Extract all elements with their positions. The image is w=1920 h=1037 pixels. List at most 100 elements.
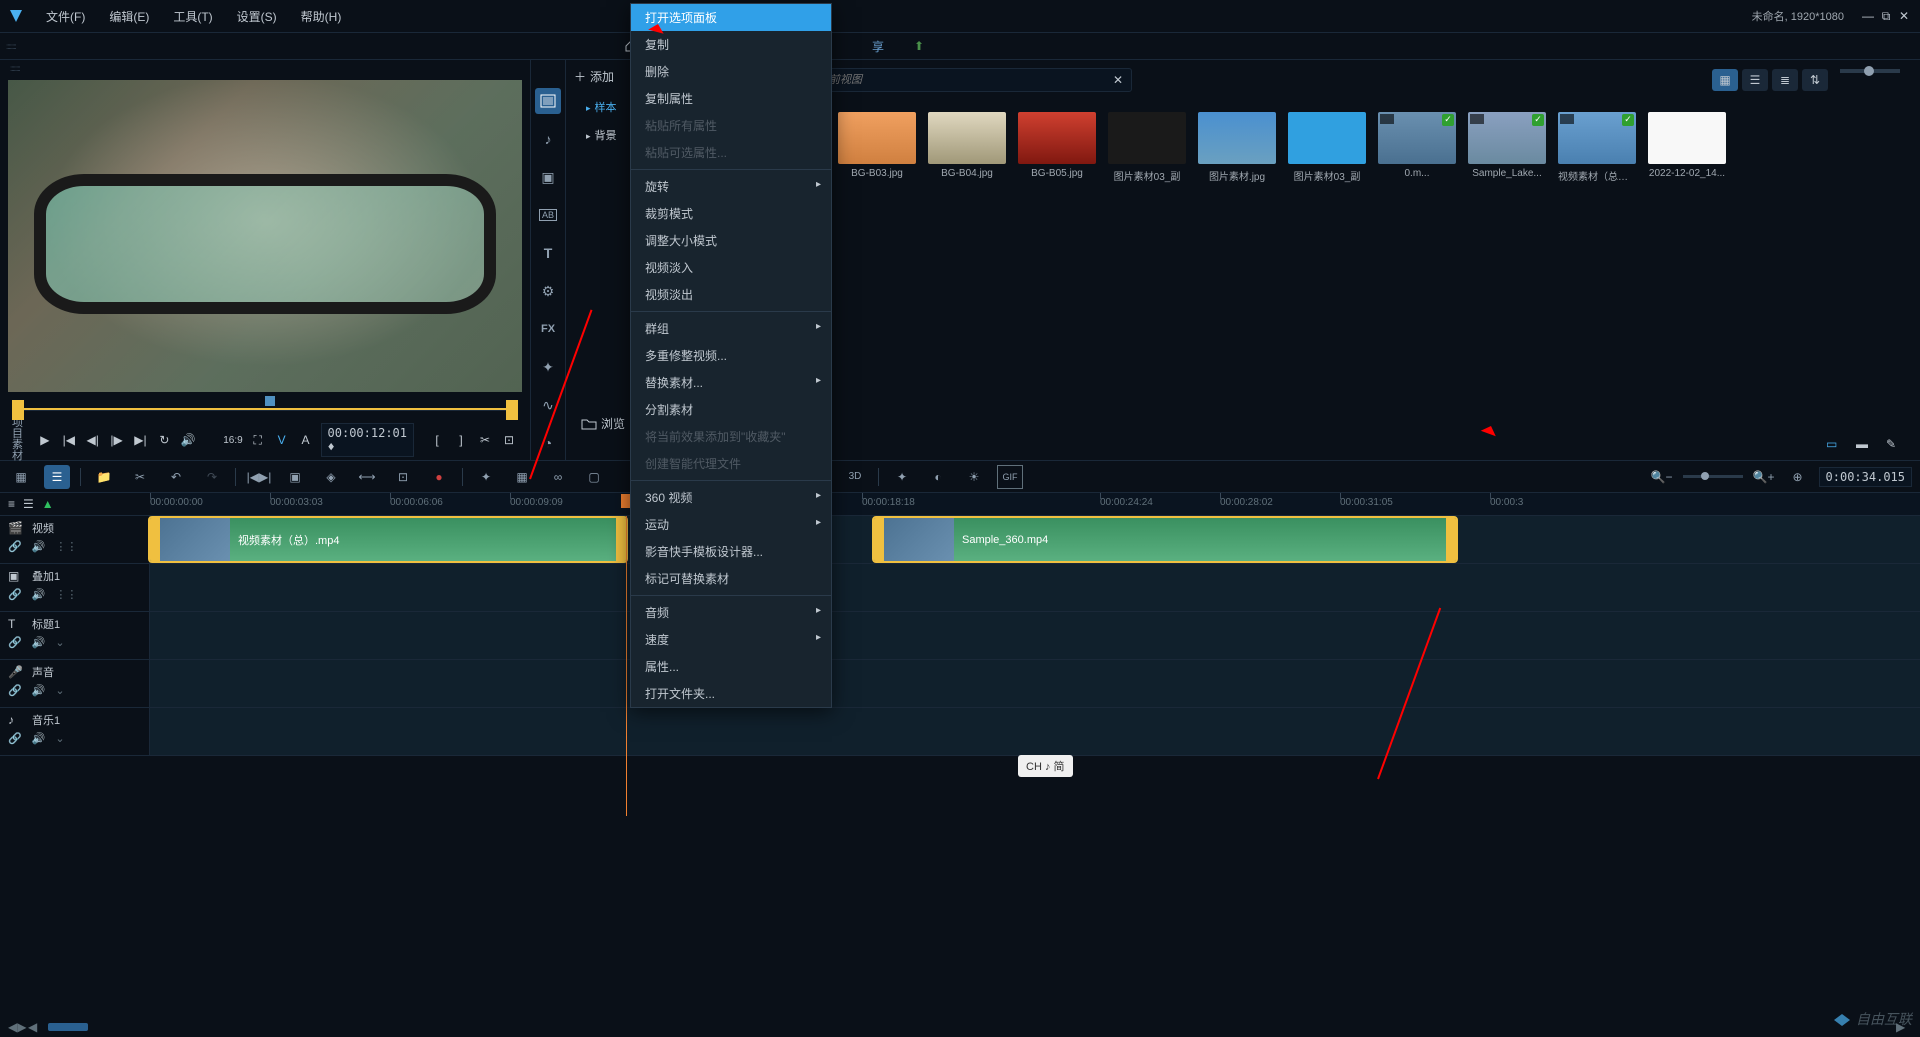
- go-end-button[interactable]: ▶|: [132, 429, 150, 451]
- view-detail-icon[interactable]: ≣: [1772, 69, 1798, 91]
- zoom-in-icon[interactable]: 🔍+: [1751, 465, 1777, 489]
- tool-sparkle[interactable]: ✦: [535, 354, 561, 380]
- track-mute-icon[interactable]: 🔊: [32, 588, 46, 601]
- track-body[interactable]: [150, 564, 1920, 611]
- tool-fx[interactable]: FX: [535, 316, 561, 342]
- menu-help[interactable]: 帮助(H): [291, 4, 352, 29]
- context-menu-item[interactable]: 影音快手模板设计器...: [631, 538, 831, 565]
- mark-in-icon[interactable]: [: [428, 431, 446, 449]
- zoom-slider[interactable]: [1683, 475, 1743, 478]
- panel-icon-1[interactable]: ▭: [1826, 437, 1848, 455]
- tl-open-icon[interactable]: 📁: [91, 465, 117, 489]
- tl-record-icon[interactable]: ●: [426, 465, 452, 489]
- clip-handle-right[interactable]: [1446, 518, 1456, 561]
- context-menu-item[interactable]: 多重修整视频...: [631, 342, 831, 369]
- track-link-icon[interactable]: 🔗: [8, 636, 22, 649]
- tl-tool-2[interactable]: ▣: [282, 465, 308, 489]
- track-body[interactable]: [150, 660, 1920, 707]
- context-menu-item[interactable]: 旋转▸: [631, 173, 831, 200]
- context-menu-item[interactable]: 替换素材...▸: [631, 369, 831, 396]
- zoom-out-icon[interactable]: 🔍−: [1649, 465, 1675, 489]
- browse-button[interactable]: 浏览: [581, 415, 625, 432]
- context-menu-item[interactable]: 视频淡出: [631, 281, 831, 308]
- track-body[interactable]: [150, 612, 1920, 659]
- context-menu-item[interactable]: 属性...: [631, 653, 831, 680]
- scroll-thumb[interactable]: [48, 1023, 88, 1031]
- maximize-button[interactable]: ⧉: [1878, 8, 1894, 24]
- tl-tool-6[interactable]: ✦: [473, 465, 499, 489]
- playhead[interactable]: [626, 516, 627, 816]
- tl-undo-icon[interactable]: ↶: [163, 465, 189, 489]
- tool-path[interactable]: ∿: [535, 392, 561, 418]
- volume-button[interactable]: 🔊: [179, 429, 197, 451]
- tl-tool-10[interactable]: ✦: [889, 465, 915, 489]
- snapshot-icon[interactable]: ⊡: [500, 431, 518, 449]
- timeline-clip[interactable]: 视频素材（总）.mp4: [150, 518, 626, 561]
- next-frame-button[interactable]: |▶: [108, 429, 126, 451]
- trim-out-handle[interactable]: [506, 400, 518, 420]
- context-menu-item[interactable]: 运动▸: [631, 511, 831, 538]
- tab-share[interactable]: 享: [872, 38, 884, 55]
- close-button[interactable]: ✕: [1896, 8, 1912, 24]
- clip-handle-left[interactable]: [150, 518, 160, 561]
- context-menu-item[interactable]: 分割素材: [631, 396, 831, 423]
- play-button[interactable]: ▶: [36, 429, 54, 451]
- fit-timeline-icon[interactable]: ⊕: [1785, 465, 1811, 489]
- tl-tool-4[interactable]: ⟷: [354, 465, 380, 489]
- context-menu-item[interactable]: 群组▸: [631, 315, 831, 342]
- track-extra-icon[interactable]: ⌄: [55, 636, 64, 649]
- go-start-button[interactable]: |◀: [60, 429, 78, 451]
- context-menu-item[interactable]: 速度▸: [631, 626, 831, 653]
- track-body[interactable]: [150, 708, 1920, 755]
- track-extra-icon[interactable]: ⋮⋮: [55, 540, 77, 553]
- panel-icon-2[interactable]: ▬: [1856, 437, 1878, 455]
- tl-tool-8[interactable]: ∞: [545, 465, 571, 489]
- menu-file[interactable]: 文件(F): [36, 4, 95, 29]
- trim-bar[interactable]: [12, 400, 518, 420]
- trim-marker[interactable]: [265, 396, 275, 406]
- timeline-ruler[interactable]: ≡ ☰ ▲ 00:00:00:0000:00:03:0300:00:06:060…: [0, 492, 1920, 516]
- track-list-icon[interactable]: ☰: [23, 497, 34, 511]
- prev-frame-button[interactable]: ◀|: [84, 429, 102, 451]
- tl-tool-12[interactable]: ☀: [961, 465, 987, 489]
- clip-handle-right[interactable]: [616, 518, 626, 561]
- track-menu-icon[interactable]: ≡: [8, 497, 15, 511]
- context-menu-item[interactable]: 删除: [631, 58, 831, 85]
- media-item[interactable]: BG-B04.jpg: [928, 112, 1006, 183]
- tool-title[interactable]: T: [535, 240, 561, 266]
- panel-grip[interactable]: ::::::::: [4, 64, 526, 76]
- menu-edit[interactable]: 编辑(E): [99, 4, 159, 29]
- media-item[interactable]: ✓Sample_Lake...: [1468, 112, 1546, 183]
- loop-button[interactable]: ↻: [155, 429, 173, 451]
- tool-speed[interactable]: ◔: [535, 430, 561, 456]
- media-item[interactable]: BG-B03.jpg: [838, 112, 916, 183]
- context-menu-item[interactable]: 打开选项面板: [631, 4, 831, 31]
- tool-media[interactable]: [535, 88, 561, 114]
- context-menu-item[interactable]: 裁剪模式: [631, 200, 831, 227]
- expand-button[interactable]: ⛶: [249, 429, 267, 451]
- search-input[interactable]: [796, 74, 1113, 86]
- tl-cut-icon[interactable]: ✂: [127, 465, 153, 489]
- context-menu-item[interactable]: 调整大小模式: [631, 227, 831, 254]
- tl-3d-icon[interactable]: 3D: [842, 465, 868, 489]
- track-link-icon[interactable]: 🔗: [8, 732, 22, 745]
- trim-in-handle[interactable]: [12, 400, 24, 420]
- sort-icon[interactable]: ⇅: [1802, 69, 1828, 91]
- view-grid-icon[interactable]: ▦: [1712, 69, 1738, 91]
- preview-viewport[interactable]: [8, 80, 522, 392]
- media-item[interactable]: ✓视频素材（总）...: [1558, 112, 1636, 183]
- media-item[interactable]: ✓0.m...: [1378, 112, 1456, 183]
- timeline-view-icon[interactable]: ☰: [44, 465, 70, 489]
- track-add-icon[interactable]: ▲: [42, 497, 54, 511]
- media-item[interactable]: 图片素材.jpg: [1198, 112, 1276, 183]
- mark-out-icon[interactable]: ]: [452, 431, 470, 449]
- track-mute-icon[interactable]: 🔊: [32, 684, 46, 697]
- media-item[interactable]: 图片素材03_副: [1288, 112, 1366, 183]
- preview-timecode[interactable]: 00:00:12:01 ♦: [321, 423, 414, 457]
- tl-tool-7[interactable]: ▦: [509, 465, 535, 489]
- menu-settings[interactable]: 设置(S): [227, 4, 287, 29]
- track-link-icon[interactable]: 🔗: [8, 540, 22, 553]
- track-mute-icon[interactable]: 🔊: [32, 636, 46, 649]
- storyboard-view-icon[interactable]: ▦: [8, 465, 34, 489]
- v-button[interactable]: V: [273, 429, 291, 451]
